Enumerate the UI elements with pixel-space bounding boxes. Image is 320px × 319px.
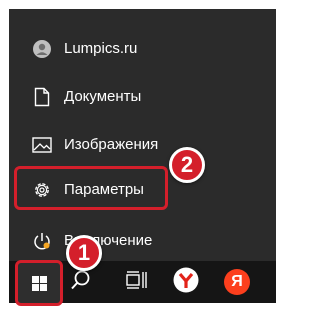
search-icon bbox=[70, 269, 92, 296]
step-number: 1 bbox=[77, 240, 91, 265]
start-menu-item-documents[interactable]: Документы bbox=[9, 77, 276, 117]
start-menu-item-power[interactable]: Выключение bbox=[9, 221, 276, 261]
power-icon bbox=[32, 231, 52, 251]
start-button[interactable] bbox=[15, 260, 63, 306]
start-menu: Lumpics.ru Документы Изображения Парамет… bbox=[9, 9, 276, 261]
image-icon bbox=[32, 135, 52, 155]
user-avatar-icon bbox=[32, 39, 52, 59]
start-menu-item-label: Документы bbox=[64, 88, 142, 105]
start-menu-item-account[interactable]: Lumpics.ru bbox=[9, 29, 276, 69]
yandex-browser-icon bbox=[173, 267, 199, 298]
start-menu-item-pictures[interactable]: Изображения bbox=[9, 125, 276, 165]
yandex-glyph: Я bbox=[231, 273, 243, 290]
yandex-browser-button[interactable] bbox=[164, 261, 208, 303]
document-icon bbox=[32, 87, 52, 107]
step-number: 2 bbox=[180, 152, 194, 177]
task-view-icon bbox=[126, 270, 148, 294]
windows-logo-icon bbox=[32, 276, 47, 296]
settings-highlight-frame bbox=[14, 166, 168, 210]
step-badge-1: 1 bbox=[66, 235, 102, 271]
start-menu-item-label: Изображения bbox=[64, 136, 159, 153]
yandex-icon: Я bbox=[224, 269, 250, 295]
start-menu-item-label: Lumpics.ru bbox=[64, 40, 138, 57]
step-badge-2: 2 bbox=[169, 147, 205, 183]
task-view-button[interactable] bbox=[115, 261, 159, 303]
yandex-button[interactable]: Я bbox=[215, 261, 259, 303]
